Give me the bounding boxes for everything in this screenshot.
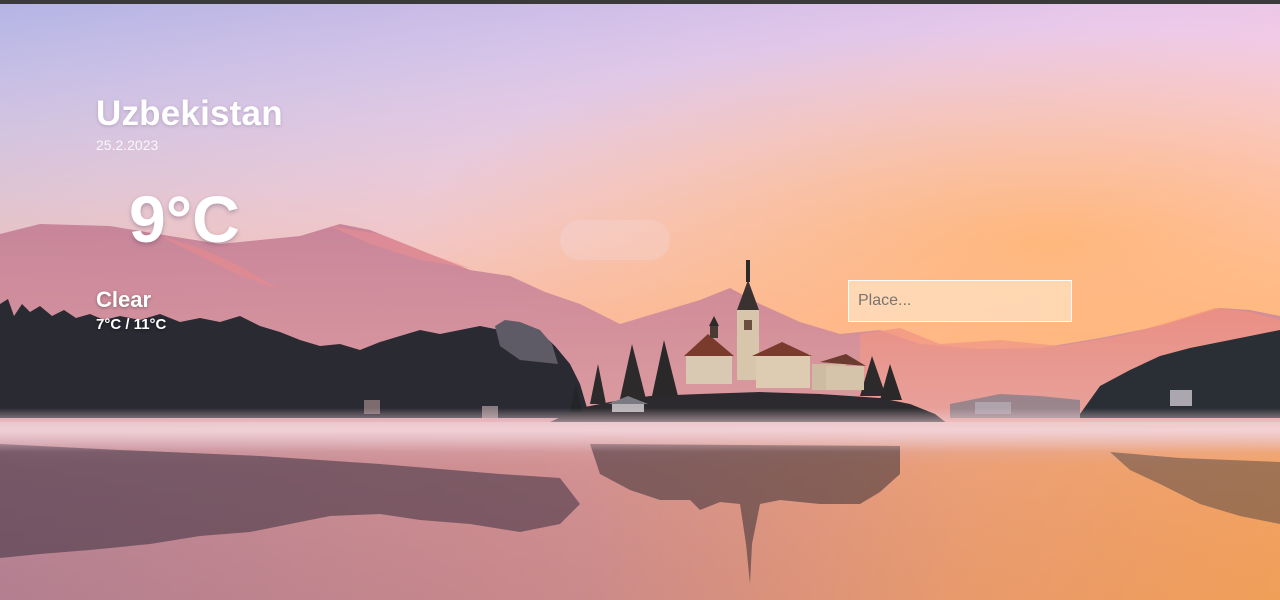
current-temperature: 9°C — [129, 182, 240, 256]
place-search-input[interactable] — [848, 280, 1072, 322]
weather-condition: Clear — [96, 287, 152, 312]
temperature-range: 7°C / 11°C — [96, 316, 167, 333]
window-top-border — [0, 0, 1280, 4]
current-date: 25.2.2023 — [96, 137, 159, 153]
location-name: Uzbekistan — [96, 94, 283, 133]
app-window: Uzbekistan 25.2.2023 9°C Clear 7°C / 11°… — [0, 0, 1280, 600]
